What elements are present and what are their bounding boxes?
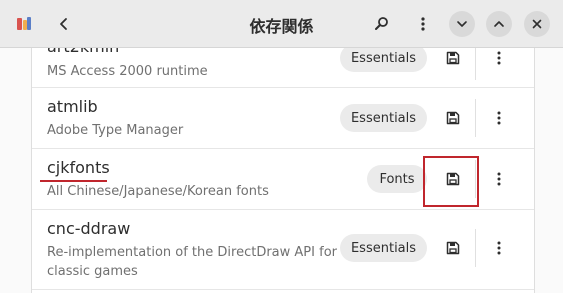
chevron-left-icon xyxy=(60,18,67,30)
search-button[interactable] xyxy=(370,12,394,36)
save-button[interactable] xyxy=(442,107,464,129)
list-item[interactable]: art2kmin MS Access 2000 runtime Essentia… xyxy=(32,48,534,88)
app-icon xyxy=(12,12,36,36)
row-menu-button[interactable] xyxy=(488,48,510,69)
row-menu-button[interactable] xyxy=(488,107,510,129)
row-separator xyxy=(475,48,476,80)
header-bar: 依存関係 xyxy=(0,0,563,48)
kebab-menu-icon xyxy=(497,172,501,186)
item-description: classic games xyxy=(47,264,138,279)
category-pill[interactable]: Essentials xyxy=(340,104,427,132)
search-icon xyxy=(375,17,388,30)
floppy-disk-icon xyxy=(446,51,460,65)
floppy-disk-icon xyxy=(446,241,460,255)
page-title: 依存関係 xyxy=(249,17,314,36)
item-name: art2kmin xyxy=(47,48,119,56)
highlight-underline xyxy=(40,180,107,182)
maximize-button[interactable] xyxy=(486,11,512,37)
item-name: cnc-ddraw xyxy=(47,219,131,238)
kebab-menu-icon xyxy=(421,17,425,31)
row-menu-button[interactable] xyxy=(488,237,510,259)
item-description: Adobe Type Manager xyxy=(47,123,184,138)
item-description: MS Access 2000 runtime xyxy=(47,64,208,79)
kebab-menu-icon xyxy=(497,241,501,255)
list-item[interactable]: cnc-ddraw Re-implementation of the Direc… xyxy=(32,210,534,290)
minimize-button[interactable] xyxy=(449,11,475,37)
save-button[interactable] xyxy=(442,237,464,259)
save-button[interactable] xyxy=(442,48,464,69)
row-menu-button[interactable] xyxy=(488,168,510,190)
category-pill[interactable]: Fonts xyxy=(367,165,427,193)
row-separator xyxy=(475,99,476,137)
close-button[interactable] xyxy=(524,11,550,37)
item-description: Re-implementation of the DirectDraw API … xyxy=(47,245,337,260)
chevron-up-icon xyxy=(494,21,504,27)
highlight-box xyxy=(423,156,479,207)
category-pill[interactable]: Essentials xyxy=(340,234,427,262)
kebab-menu-icon xyxy=(497,111,501,125)
item-name: cjkfonts xyxy=(47,158,110,177)
back-button[interactable] xyxy=(52,12,76,36)
row-separator xyxy=(475,229,476,267)
list-item[interactable]: atmlib Adobe Type Manager Essentials xyxy=(32,88,534,149)
main-menu-button[interactable] xyxy=(411,12,435,36)
floppy-disk-icon xyxy=(446,111,460,125)
item-description: All Chinese/Japanese/Korean fonts xyxy=(47,184,269,199)
category-pill[interactable]: Essentials xyxy=(340,48,427,72)
kebab-menu-icon xyxy=(497,51,501,65)
close-icon xyxy=(532,19,542,29)
chevron-down-icon xyxy=(457,21,467,27)
item-name: atmlib xyxy=(47,97,98,116)
